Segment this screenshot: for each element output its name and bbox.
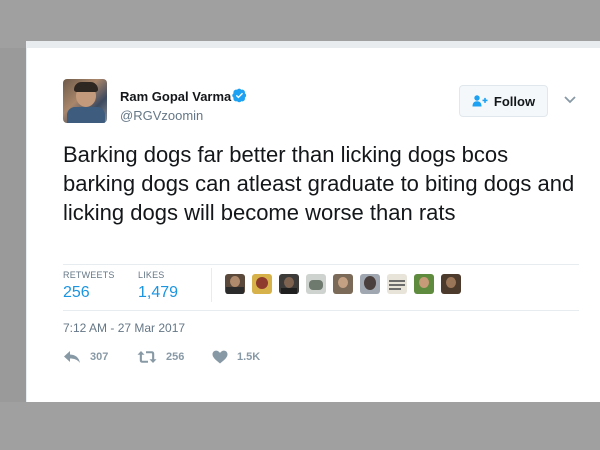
likers-avatars — [225, 274, 468, 296]
stats-bottom-divider — [63, 310, 579, 311]
likes-label: LIKES — [138, 270, 165, 280]
liker-avatar[interactable] — [279, 274, 299, 294]
stats-separator — [211, 268, 212, 302]
retweet-button[interactable]: 256 — [137, 350, 184, 364]
liker-avatar[interactable] — [252, 274, 272, 294]
tweet-text: Barking dogs far better than licking dog… — [63, 142, 575, 225]
reply-icon — [64, 351, 80, 363]
avatar[interactable] — [63, 79, 107, 123]
verified-badge-icon — [232, 88, 247, 103]
chevron-down-icon[interactable] — [564, 95, 576, 105]
retweet-count: 256 — [166, 351, 185, 363]
liker-avatar[interactable] — [333, 274, 353, 294]
liker-avatar[interactable] — [414, 274, 434, 294]
reply-button[interactable]: 307 — [63, 350, 108, 364]
reply-count: 307 — [90, 351, 109, 363]
retweet-icon — [137, 351, 157, 363]
likes-count[interactable]: 1,479 — [138, 284, 178, 302]
retweets-count[interactable]: 256 — [63, 284, 90, 302]
author-name[interactable]: Ram Gopal Varma — [120, 89, 231, 104]
liker-avatar[interactable] — [225, 274, 245, 294]
liker-avatar[interactable] — [306, 274, 326, 294]
author-handle[interactable]: @RGVzoomin — [120, 108, 203, 123]
stats-top-divider — [63, 264, 579, 265]
background-bottom — [0, 402, 600, 450]
tweet-card: Ram Gopal Varma @RGVzoomin Follow Barkin… — [26, 48, 600, 402]
like-button[interactable]: 1.5K — [212, 350, 260, 364]
tweet-timestamp[interactable]: 7:12 AM - 27 Mar 2017 — [63, 321, 185, 335]
retweets-label: RETWEETS — [63, 270, 115, 280]
follow-button[interactable]: Follow — [459, 85, 548, 117]
follow-label: Follow — [493, 93, 536, 109]
liker-avatar[interactable] — [387, 274, 407, 294]
follow-person-icon — [472, 95, 488, 107]
previous-tweet-edge — [26, 41, 600, 48]
liker-avatar[interactable] — [441, 274, 461, 294]
liker-avatar[interactable] — [360, 274, 380, 294]
like-count: 1.5K — [237, 351, 261, 363]
heart-icon — [212, 350, 228, 364]
